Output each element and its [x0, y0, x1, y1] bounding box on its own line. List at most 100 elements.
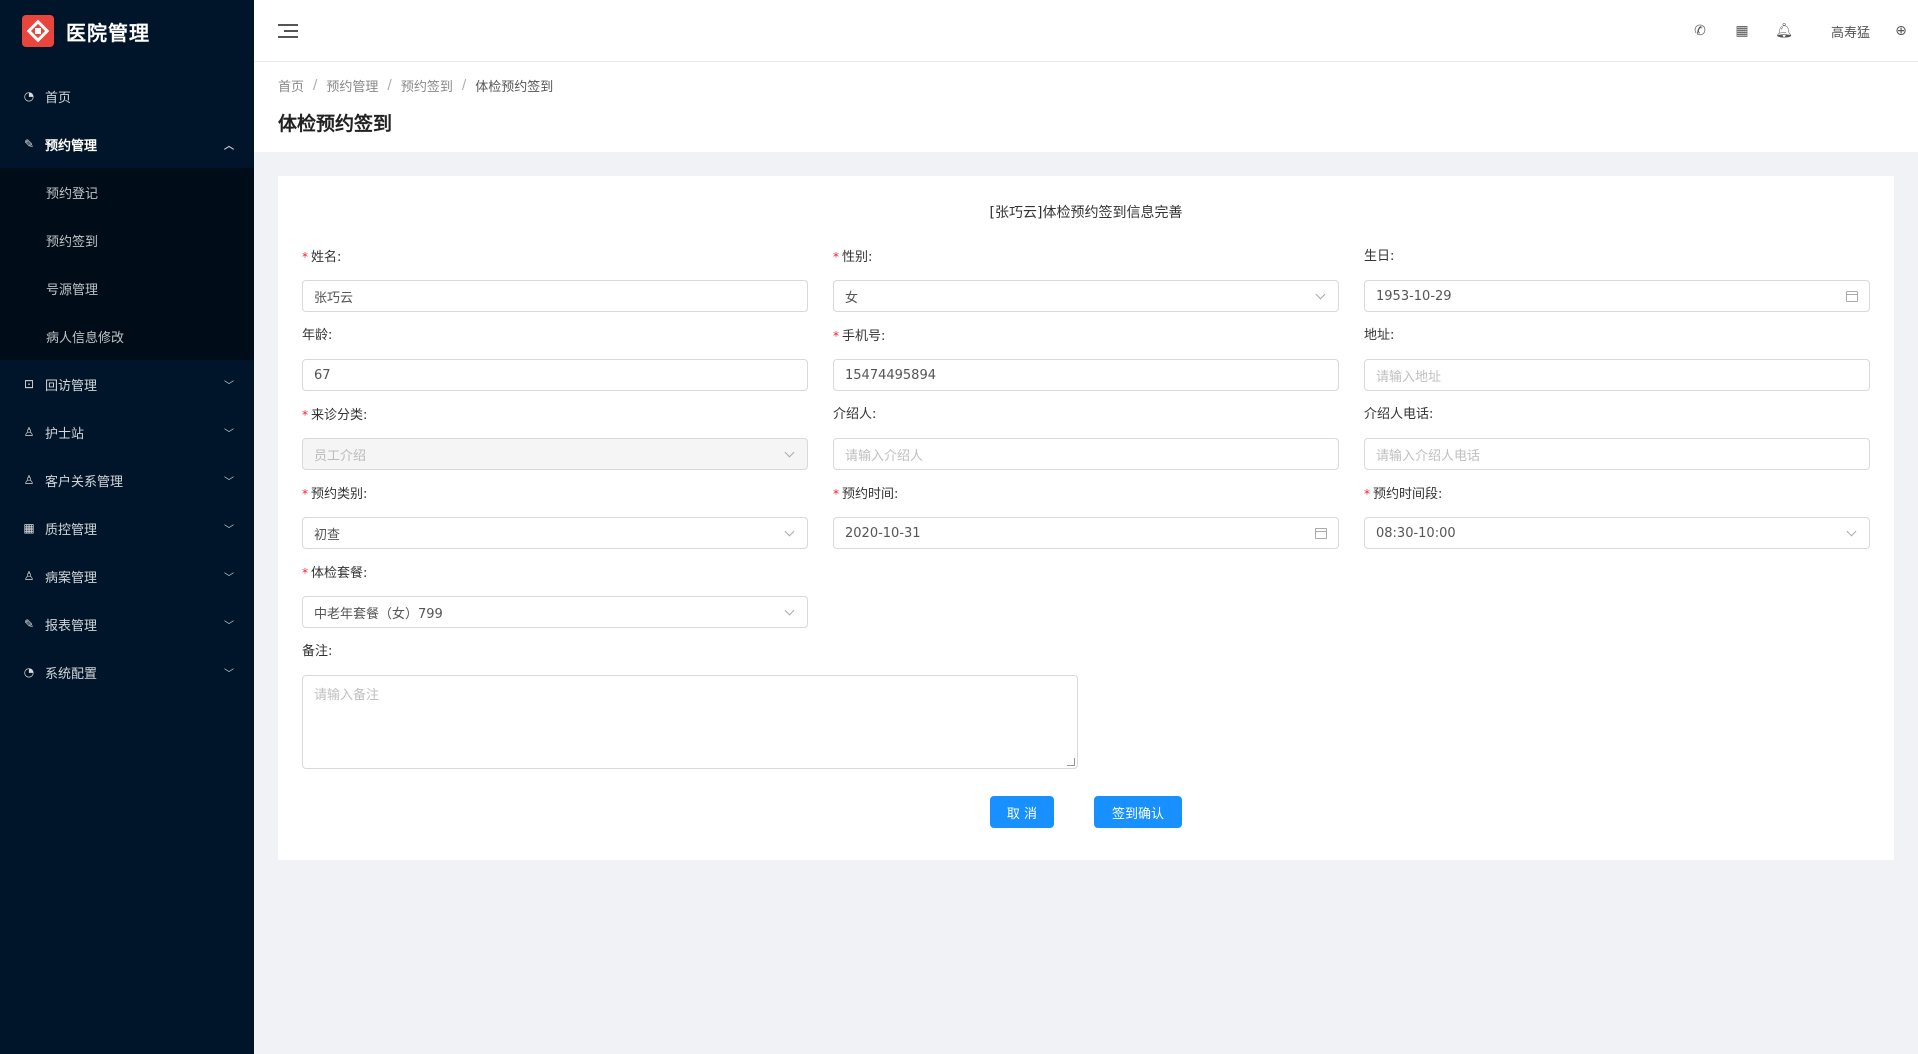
submenu-item-register[interactable]: 预约登记 — [0, 168, 254, 216]
address-field: 地址: 请输入地址 — [1364, 327, 1870, 391]
sidebar-item-followup[interactable]: ⊡ 回访管理 ﹀ — [0, 360, 254, 408]
visit-type-select[interactable]: 员工介绍 — [302, 438, 808, 470]
referrer-phone-placeholder: 请输入介绍人电话 — [1376, 448, 1481, 464]
chevron-down-icon: ﹀ — [224, 668, 234, 680]
chevron-down-icon: ﹀ — [224, 428, 234, 440]
referrer-input[interactable]: 请输入介绍人 — [833, 438, 1339, 470]
birthday-datepicker[interactable]: 1953-10-29 — [1364, 280, 1870, 312]
chevron-down-icon: ﹀ — [224, 380, 234, 392]
birthday-value: 1953-10-29 — [1376, 288, 1452, 304]
sidebar-item-settings[interactable]: ◔ 系统配置 ﹀ — [0, 648, 254, 696]
app-logo[interactable]: 医院管理 — [0, 0, 254, 62]
referrer-phone-input[interactable]: 请输入介绍人电话 — [1364, 438, 1870, 470]
user-icon: ♙ — [23, 569, 35, 583]
sidebar-item-label: 首页 — [45, 90, 72, 106]
visit-type-label: 来诊分类: — [311, 408, 368, 423]
gender-select[interactable]: 女 — [833, 280, 1339, 312]
table-icon: ▦ — [23, 521, 35, 535]
breadcrumb-checkin[interactable]: 预约签到 — [401, 76, 453, 95]
sidebar-item-quality[interactable]: ▦ 质控管理 ﹀ — [0, 504, 254, 552]
address-label: 地址: — [1364, 328, 1395, 343]
appt-time-label: 预约时间: — [842, 487, 899, 502]
package-field: * 体检套餐: 中老年套餐（女）799 — [302, 564, 808, 628]
sidebar-item-home[interactable]: ◔ 首页 — [0, 72, 254, 120]
phone-icon[interactable]: ✆ — [1679, 23, 1721, 39]
menu-fold-icon[interactable] — [278, 21, 298, 41]
globe-icon[interactable]: ⊕ — [1888, 23, 1914, 39]
package-value: 中老年套餐（女）799 — [314, 606, 443, 622]
cancel-button[interactable]: 取 消 — [990, 796, 1054, 828]
birthday-field: 生日: 1953-10-29 — [1364, 248, 1870, 312]
sidebar-item-reports[interactable]: ✎ 报表管理 ﹀ — [0, 600, 254, 648]
app-title: 医院管理 — [66, 20, 150, 45]
breadcrumb-separator: / — [461, 78, 467, 93]
sidebar: 医院管理 ◔ 首页 ✎ 预约管理 ︿ 预约登记 预约签到 号源管理 病人信息修改… — [0, 0, 254, 1054]
chevron-down-icon — [784, 606, 796, 618]
gender-field: * 性别: 女 — [833, 248, 1339, 312]
appt-time-datepicker[interactable]: 2020-10-31 — [833, 517, 1339, 549]
required-mark: * — [1364, 487, 1370, 501]
sidebar-item-label: 质控管理 — [45, 522, 98, 538]
sidebar-item-label: 病案管理 — [45, 570, 98, 586]
remark-textarea[interactable]: 请输入备注 — [302, 675, 1078, 769]
appt-time-value: 2020-10-31 — [845, 525, 921, 541]
required-mark: * — [302, 566, 308, 580]
appt-period-select[interactable]: 08:30-10:00 — [1364, 517, 1870, 549]
chevron-down-icon — [1315, 290, 1327, 302]
breadcrumb-appointments[interactable]: 预约管理 — [326, 76, 378, 95]
appt-category-value: 初查 — [314, 527, 341, 543]
referrer-phone-field: 介绍人电话: 请输入介绍人电话 — [1364, 406, 1870, 470]
sidebar-menu: ◔ 首页 ✎ 预约管理 ︿ 预约登记 预约签到 号源管理 病人信息修改 ⊡ 回访… — [0, 72, 254, 696]
appt-time-field: * 预约时间: 2020-10-31 — [833, 485, 1339, 549]
user-name[interactable]: 高寿猛 — [1831, 22, 1870, 41]
age-label: 年龄: — [302, 328, 333, 343]
chevron-down-icon — [784, 448, 796, 460]
apps-grid-icon[interactable]: ▦ — [1721, 23, 1763, 39]
submenu-item-checkin[interactable]: 预约签到 — [0, 216, 254, 264]
sidebar-item-appointments[interactable]: ✎ 预约管理 ︿ — [0, 120, 254, 168]
appt-category-field: * 预约类别: 初查 — [302, 485, 808, 549]
sidebar-item-crm[interactable]: ♙ 客户关系管理 ﹀ — [0, 456, 254, 504]
required-mark: * — [302, 487, 308, 501]
visit-type-field: * 来诊分类: 员工介绍 — [302, 406, 808, 470]
sidebar-item-records[interactable]: ♙ 病案管理 ﹀ — [0, 552, 254, 600]
chevron-down-icon — [1846, 527, 1858, 539]
age-value: 67 — [314, 367, 331, 383]
submenu-item-patient-edit[interactable]: 病人信息修改 — [0, 312, 254, 360]
confirm-checkin-button[interactable]: 签到确认 — [1094, 796, 1182, 828]
breadcrumb-home[interactable]: 首页 — [278, 76, 304, 95]
appt-period-label: 预约时间段: — [1373, 487, 1443, 502]
calendar-icon — [1846, 290, 1858, 302]
breadcrumb-separator: / — [313, 78, 318, 93]
calendar-icon — [1315, 527, 1327, 539]
phone-label: 手机号: — [842, 329, 886, 344]
submenu-item-slots[interactable]: 号源管理 — [0, 264, 254, 312]
user-icon: ♙ — [23, 473, 35, 487]
sidebar-item-label: 系统配置 — [45, 666, 98, 682]
phone-value: 15474495894 — [845, 367, 936, 383]
breadcrumb: 首页 / 预约管理 / 预约签到 / 体检预约签到 — [278, 76, 1894, 95]
referrer-phone-label: 介绍人电话: — [1364, 407, 1434, 422]
sidebar-item-label: 预约管理 — [45, 138, 98, 154]
required-mark: * — [833, 487, 839, 501]
age-input[interactable]: 67 — [302, 359, 808, 391]
address-input[interactable]: 请输入地址 — [1364, 359, 1870, 391]
appt-category-select[interactable]: 初查 — [302, 517, 808, 549]
chevron-down-icon: ﹀ — [224, 476, 234, 488]
phone-input[interactable]: 15474495894 — [833, 359, 1339, 391]
checkin-form-card: [张巧云]体检预约签到信息完善 * 姓名: 张巧云 * 性别: 女 生日: 1953… — [278, 176, 1894, 860]
form-title: [张巧云]体检预约签到信息完善 — [989, 205, 1183, 221]
required-mark: * — [302, 250, 308, 264]
name-input[interactable]: 张巧云 — [302, 280, 808, 312]
referrer-placeholder: 请输入介绍人 — [845, 448, 924, 464]
package-select[interactable]: 中老年套餐（女）799 — [302, 596, 808, 628]
name-value: 张巧云 — [314, 290, 354, 306]
sidebar-item-label: 护士站 — [45, 426, 85, 442]
phone-field: * 手机号: 15474495894 — [833, 327, 1339, 391]
breadcrumb-current: 体检预约签到 — [475, 80, 554, 95]
sidebar-item-nurse-station[interactable]: ♙ 护士站 ﹀ — [0, 408, 254, 456]
sidebar-item-label: 回访管理 — [45, 378, 98, 394]
remark-placeholder: 请输入备注 — [314, 688, 380, 703]
resize-handle-icon[interactable] — [1067, 758, 1075, 766]
bell-icon[interactable]: 🔔︎ — [1763, 23, 1805, 39]
